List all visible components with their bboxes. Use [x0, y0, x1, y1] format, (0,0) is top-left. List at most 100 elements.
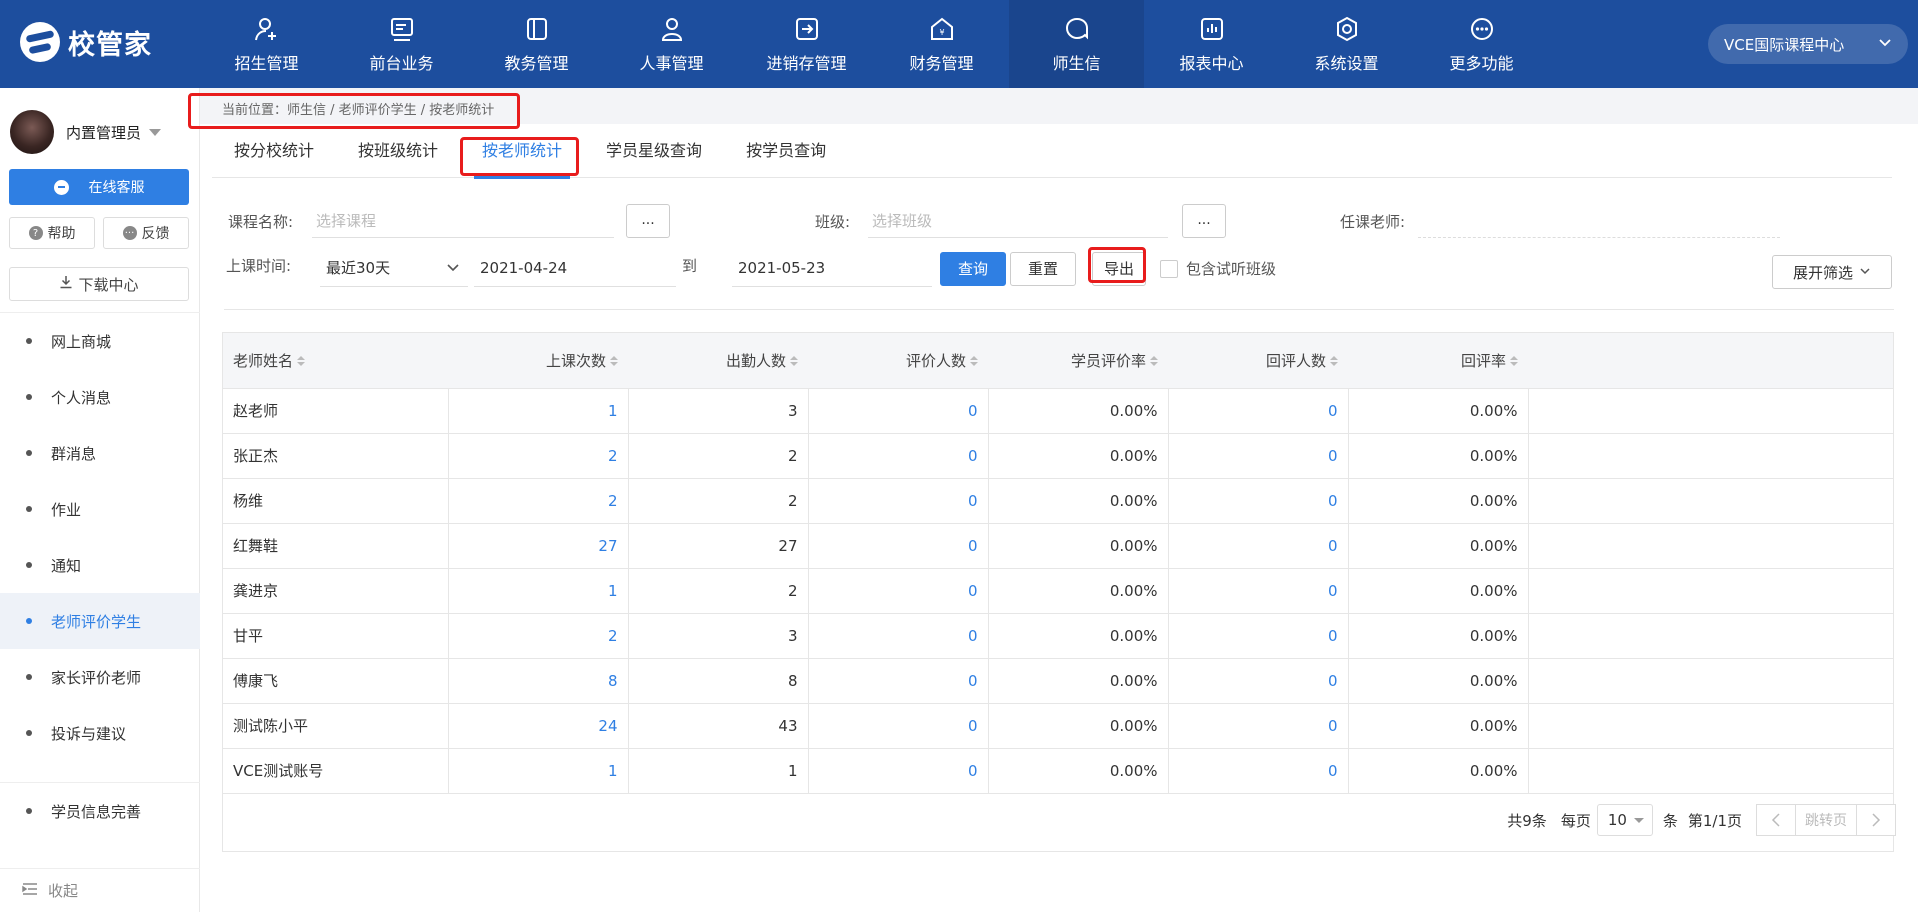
table-cell-上课次数[interactable]: 27 [447, 522, 629, 569]
nav-item-6[interactable]: 师生信 [1009, 0, 1144, 88]
table-cell-学员评价率: 0.00% [987, 657, 1169, 704]
download-center-button[interactable]: 下载中心 [9, 267, 189, 301]
sidebar-item-student-info[interactable]: 学员信息完善 [0, 783, 200, 839]
nav-item-8[interactable]: 系统设置 [1279, 0, 1414, 88]
table-cell-上课次数[interactable]: 2 [447, 477, 629, 524]
sort-icon[interactable] [1330, 356, 1338, 367]
include-trial-checkbox[interactable]: 包含试听班级 [1160, 258, 1276, 279]
teacher-label: 任课老师: [1340, 213, 1406, 231]
table-cell-回评人数[interactable]: 0 [1167, 567, 1349, 614]
sidebar-item-4[interactable]: 通知 [0, 537, 200, 593]
nav-item-0[interactable]: 招生管理 [199, 0, 334, 88]
column-header-5[interactable]: 回评人数 [1168, 333, 1348, 389]
sort-icon[interactable] [790, 356, 798, 367]
nav-item-3[interactable]: 人事管理 [604, 0, 739, 88]
date-to-input[interactable]: 2021-05-23 [732, 251, 932, 287]
teacher-input[interactable] [1418, 204, 1780, 238]
sidebar-item-7[interactable]: 投诉与建议 [0, 705, 200, 761]
tab-4[interactable]: 按学员查询 [724, 124, 848, 178]
class-input[interactable] [868, 204, 1168, 238]
table-cell-回评人数[interactable]: 0 [1167, 657, 1349, 704]
tab-1[interactable]: 按班级统计 [336, 124, 460, 178]
table-cell-回评人数[interactable]: 0 [1167, 612, 1349, 659]
table-cell-回评人数[interactable]: 0 [1167, 747, 1349, 794]
tab-2[interactable]: 按老师统计 [460, 124, 584, 179]
campus-selector[interactable]: VCE国际课程中心 [1708, 24, 1908, 64]
column-header-1[interactable]: 上课次数 [448, 333, 628, 389]
sort-icon[interactable] [1510, 356, 1518, 367]
table-cell-老师姓名: 傅康飞 [223, 657, 449, 704]
column-header-3[interactable]: 评价人数 [808, 333, 988, 389]
nav-item-5[interactable]: ¥ 财务管理 [874, 0, 1009, 88]
nav-item-1[interactable]: 前台业务 [334, 0, 469, 88]
course-input[interactable] [312, 204, 614, 238]
sidebar-item-6[interactable]: 家长评价老师 [0, 649, 200, 705]
chevron-down-icon [446, 251, 460, 297]
prev-page-button[interactable] [1756, 804, 1796, 836]
column-header-0[interactable]: 老师姓名 [223, 333, 448, 389]
table-cell-回评人数[interactable]: 0 [1167, 387, 1349, 434]
sort-icon[interactable] [1150, 356, 1158, 367]
jump-page-input[interactable]: 跳转页 [1796, 804, 1856, 836]
export-button[interactable]: 导出 [1092, 252, 1146, 286]
table-cell-评价人数[interactable]: 0 [807, 522, 989, 569]
nav-item-2[interactable]: 教务管理 [469, 0, 604, 88]
column-header-6[interactable]: 回评率 [1348, 333, 1528, 389]
collapse-sidebar-button[interactable]: 收起 [0, 868, 200, 912]
table-cell-评价人数[interactable]: 0 [807, 612, 989, 659]
nav-item-7[interactable]: 报表中心 [1144, 0, 1279, 88]
course-picker-button[interactable]: ... [626, 204, 670, 238]
table-cell-评价人数[interactable]: 0 [807, 477, 989, 524]
sort-icon[interactable] [970, 356, 978, 367]
date-from-input[interactable]: 2021-04-24 [474, 251, 676, 287]
table-cell-评价人数[interactable]: 0 [807, 747, 989, 794]
expand-filter-button[interactable]: 展开筛选 [1772, 255, 1892, 289]
table-cell-上课次数[interactable]: 1 [447, 747, 629, 794]
table-cell-评价人数[interactable]: 0 [807, 702, 989, 749]
sort-icon[interactable] [297, 356, 306, 367]
sidebar-item-3[interactable]: 作业 [0, 481, 200, 537]
bullet-icon [26, 338, 32, 344]
column-header-2[interactable]: 出勤人数 [628, 333, 808, 389]
help-button[interactable]: ? 帮助 [9, 217, 95, 249]
next-page-button[interactable] [1856, 804, 1896, 836]
reset-button[interactable]: 重置 [1010, 252, 1076, 286]
expand-filter-label: 展开筛选 [1792, 263, 1853, 282]
nav-item-4[interactable]: 进销存管理 [739, 0, 874, 88]
sidebar-item-0[interactable]: 网上商城 [0, 313, 200, 369]
table-cell-上课次数[interactable]: 1 [447, 567, 629, 614]
table-cell-上课次数[interactable]: 24 [447, 702, 629, 749]
query-button[interactable]: 查询 [940, 252, 1006, 286]
table-cell-回评人数[interactable]: 0 [1167, 477, 1349, 524]
tab-3[interactable]: 学员星级查询 [584, 124, 724, 178]
table-cell-评价人数[interactable]: 0 [807, 387, 989, 434]
finance-house-icon: ¥ [927, 14, 957, 44]
table-cell-评价人数[interactable]: 0 [807, 657, 989, 704]
table-cell-上课次数[interactable]: 2 [447, 432, 629, 479]
feedback-button[interactable]: ··· 反馈 [103, 217, 189, 249]
nav-item-9[interactable]: 更多功能 [1414, 0, 1549, 88]
table-cell-回评人数[interactable]: 0 [1167, 702, 1349, 749]
table-cell-出勤人数: 3 [627, 387, 809, 434]
per-page-select[interactable]: 10 [1596, 804, 1653, 836]
tab-0[interactable]: 按分校统计 [212, 124, 336, 178]
class-picker-button[interactable]: ... [1182, 204, 1226, 238]
checkbox-box[interactable] [1160, 259, 1178, 278]
online-service-button[interactable]: 在线客服 [9, 169, 189, 205]
brand-logo[interactable]: 校管家 [20, 22, 152, 62]
table-cell-上课次数[interactable]: 1 [447, 387, 629, 434]
svg-text:¥: ¥ [939, 28, 944, 37]
time-range-select[interactable]: 最近30天 [320, 251, 468, 287]
table-cell-上课次数[interactable]: 2 [447, 612, 629, 659]
table-cell-上课次数[interactable]: 8 [447, 657, 629, 704]
sidebar-item-5[interactable]: 老师评价学生 [0, 593, 200, 649]
table-cell-评价人数[interactable]: 0 [807, 567, 989, 614]
sort-icon[interactable] [610, 356, 618, 367]
sidebar-item-2[interactable]: 群消息 [0, 425, 200, 481]
table-cell-评价人数[interactable]: 0 [807, 432, 989, 479]
user-menu[interactable]: 内置管理员 [10, 110, 162, 154]
table-cell-回评人数[interactable]: 0 [1167, 432, 1349, 479]
table-cell-回评人数[interactable]: 0 [1167, 522, 1349, 569]
column-header-4[interactable]: 学员评价率 [988, 333, 1168, 389]
sidebar-item-1[interactable]: 个人消息 [0, 369, 200, 425]
